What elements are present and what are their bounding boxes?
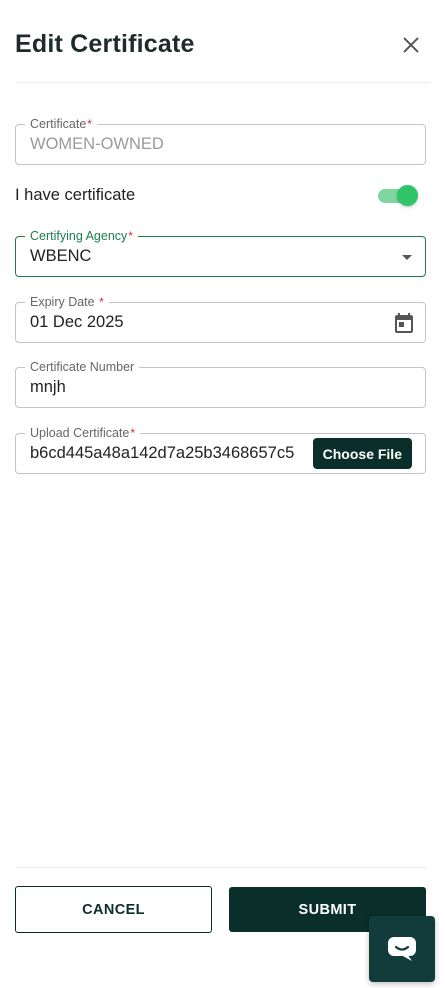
calendar-icon[interactable] — [392, 311, 416, 335]
certifying-agency-select[interactable]: Certifying Agency* WBENC — [15, 228, 426, 277]
certificate-label: Certificate* — [25, 116, 97, 132]
expiry-date-field[interactable]: Expiry Date * 01 Dec 2025 — [15, 294, 426, 343]
required-mark: * — [99, 295, 104, 309]
upload-certificate-field: Upload Certificate* b6cd445a48a142d7a25b… — [15, 425, 426, 474]
required-mark: * — [128, 229, 133, 243]
have-certificate-label: I have certificate — [15, 186, 136, 204]
close-icon[interactable] — [400, 34, 422, 56]
upload-certificate-label: Upload Certificate* — [25, 425, 141, 441]
certifying-agency-value: WBENC — [30, 247, 92, 265]
certificate-value: WOMEN-OWNED — [30, 135, 164, 153]
chat-button[interactable] — [369, 916, 435, 982]
footer-divider — [15, 867, 426, 868]
certificate-number-value: mnjh — [30, 378, 66, 396]
certificate-field: Certificate* WOMEN-OWNED — [15, 116, 426, 165]
expiry-date-label: Expiry Date * — [25, 294, 109, 310]
chat-icon — [388, 937, 416, 961]
dialog-header: Edit Certificate — [15, 0, 430, 83]
required-mark: * — [87, 117, 92, 131]
certifying-agency-label: Certifying Agency* — [25, 228, 138, 244]
upload-file-name: b6cd445a48a142d7a25b3468657c5 — [30, 444, 295, 462]
cancel-button[interactable]: CANCEL — [15, 886, 212, 933]
have-certificate-toggle[interactable] — [378, 183, 418, 207]
required-mark: * — [130, 426, 136, 440]
certificate-number-input[interactable]: Certificate Number mnjh — [15, 359, 426, 408]
toggle-thumb — [397, 185, 418, 206]
chevron-down-icon[interactable] — [402, 255, 412, 260]
certificate-number-label: Certificate Number — [25, 359, 140, 375]
have-certificate-row: I have certificate — [15, 180, 426, 210]
expiry-date-value: 01 Dec 2025 — [30, 313, 124, 331]
page-title: Edit Certificate — [15, 30, 195, 58]
choose-file-button[interactable]: Choose File — [312, 438, 412, 469]
